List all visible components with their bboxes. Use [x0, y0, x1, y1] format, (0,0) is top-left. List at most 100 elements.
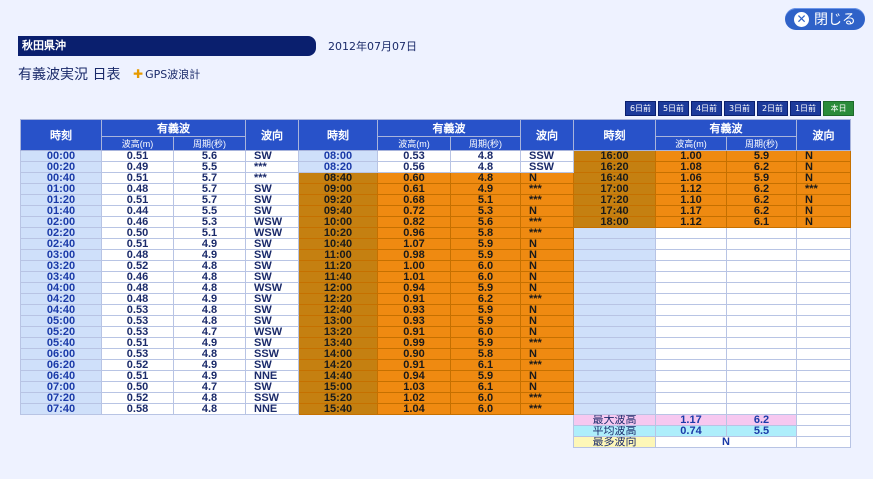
wave-direction-cell: *** — [245, 172, 299, 184]
wave-direction-cell: *** — [520, 216, 574, 228]
empty-cell — [655, 238, 727, 250]
time-cell: 08:00 — [298, 150, 378, 162]
wave-height-cell: 1.06 — [655, 172, 727, 184]
wave-direction-cell: SSW — [245, 348, 299, 360]
nav-2-days-ago[interactable]: 2日前 — [757, 101, 788, 116]
time-cell: 14:00 — [298, 348, 378, 360]
wave-height-cell: 0.91 — [377, 326, 451, 338]
wave-period-cell: 6.1 — [450, 359, 521, 371]
pin-icon: ✚ — [133, 67, 144, 81]
empty-cell — [726, 282, 797, 294]
time-cell: 15:00 — [298, 381, 378, 393]
spacer-cell — [378, 437, 451, 448]
wave-direction-cell: N — [520, 381, 574, 393]
table-row: 01:00 0.48 5.7 SW 09:00 0.61 4.9 *** 17:00 1.12 6.… — [20, 183, 851, 195]
time-cell: 02:40 — [20, 238, 102, 250]
nav-4-days-ago[interactable]: 4日前 — [691, 101, 722, 116]
empty-cell — [796, 271, 851, 283]
empty-cell — [726, 227, 797, 239]
wave-period-cell: 4.9 — [173, 370, 246, 382]
time-cell: 17:20 — [573, 194, 656, 206]
nav-5-days-ago[interactable]: 5日前 — [658, 101, 689, 116]
empty-cell — [573, 315, 656, 327]
table-row: 01:40 0.44 5.5 SW 09:40 0.72 5.3 N 17:40 1.17 6.2 N — [20, 205, 851, 217]
wave-height-cell: 0.94 — [377, 282, 451, 294]
nav-1-day-ago[interactable]: 1日前 — [790, 101, 821, 116]
col1-period-header: 周期(秒) — [173, 136, 246, 151]
stat-height: 1.17 — [655, 414, 727, 426]
time-cell: 03:40 — [20, 271, 102, 283]
empty-cell — [726, 315, 797, 327]
time-cell: 01:00 — [20, 183, 102, 195]
wave-direction-cell: N — [796, 205, 851, 217]
wave-period-cell: 5.9 — [450, 238, 521, 250]
wave-height-cell: 0.50 — [101, 381, 174, 393]
empty-cell — [573, 403, 656, 415]
table-row: 00:20 0.49 5.5 *** 08:20 0.56 4.8 SSW 16:20 1.08 6… — [20, 161, 851, 173]
time-cell: 13:00 — [298, 315, 378, 327]
wave-height-cell: 0.91 — [377, 293, 451, 305]
wave-height-cell: 0.93 — [377, 304, 451, 316]
wave-period-cell: 4.8 — [173, 315, 246, 327]
wave-height-cell: 1.08 — [655, 161, 727, 173]
wave-direction-cell: *** — [796, 183, 851, 195]
empty-cell — [796, 260, 851, 272]
spacer-cell — [246, 426, 299, 437]
close-button[interactable]: ✕ 閉じる — [785, 8, 865, 30]
col1-sig-wave-header: 有義波 — [101, 119, 246, 137]
wave-direction-cell: SW — [245, 304, 299, 316]
wave-period-cell: 4.8 — [173, 348, 246, 360]
wave-height-cell: 0.46 — [101, 271, 174, 283]
time-cell: 16:00 — [573, 150, 656, 162]
empty-cell — [796, 304, 851, 316]
wave-direction-cell: N — [520, 304, 574, 316]
col2-period-header: 周期(秒) — [450, 136, 521, 151]
wave-height-cell: 0.94 — [377, 370, 451, 382]
close-button-label: 閉じる — [814, 12, 856, 28]
nav-6-days-ago[interactable]: 6日前 — [625, 101, 656, 116]
spacer-cell — [299, 437, 378, 448]
table-row: 04:20 0.48 4.9 SW 12:20 0.91 6.2 *** — [20, 293, 851, 305]
wave-height-cell: 0.48 — [101, 183, 174, 195]
empty-cell — [726, 238, 797, 250]
wave-height-cell: 1.17 — [655, 205, 727, 217]
wave-direction-cell: *** — [520, 293, 574, 305]
spacer-cell — [299, 426, 378, 437]
empty-cell — [573, 227, 656, 239]
time-cell: 05:20 — [20, 326, 102, 338]
wave-height-cell: 0.52 — [101, 260, 174, 272]
time-cell: 06:40 — [20, 370, 102, 382]
wave-period-cell: 6.2 — [726, 183, 797, 195]
wave-period-cell: 5.6 — [173, 150, 246, 162]
day-navigation: 6日前 5日前 4日前 3日前 2日前 1日前 本日 — [625, 101, 854, 116]
wave-direction-cell: NNE — [245, 403, 299, 415]
wave-period-cell: 6.2 — [450, 293, 521, 305]
wave-direction-cell: *** — [520, 337, 574, 349]
time-cell: 11:20 — [298, 260, 378, 272]
empty-cell — [796, 326, 851, 338]
nav-today[interactable]: 本日 — [823, 101, 854, 116]
col3-direction-header: 波向 — [796, 119, 851, 151]
wave-period-cell: 4.8 — [450, 172, 521, 184]
empty-cell — [573, 282, 656, 294]
wave-height-cell: 0.51 — [101, 337, 174, 349]
spacer-cell — [451, 437, 521, 448]
empty-cell — [655, 359, 727, 371]
wave-period-cell: 6.0 — [450, 326, 521, 338]
wave-height-cell: 0.82 — [377, 216, 451, 228]
table-row: 05:00 0.53 4.8 SW 13:00 0.93 5.9 N — [20, 315, 851, 327]
table-row: 00:40 0.51 5.7 *** 08:40 0.60 4.8 N 16:40 1.06 5.9… — [20, 172, 851, 184]
time-cell: 01:40 — [20, 205, 102, 217]
wave-period-cell: 4.9 — [173, 249, 246, 261]
wave-direction-cell: N — [520, 326, 574, 338]
wave-direction-cell: N — [520, 282, 574, 294]
spacer-cell — [21, 437, 102, 448]
time-cell: 05:40 — [20, 337, 102, 349]
time-cell: 12:00 — [298, 282, 378, 294]
wave-direction-cell: *** — [520, 392, 574, 404]
table-row: 04:00 0.48 4.8 WSW 12:00 0.94 5.9 N — [20, 282, 851, 294]
wave-height-cell: 0.99 — [377, 337, 451, 349]
wave-height-cell: 0.60 — [377, 172, 451, 184]
col1-height-header: 波高(m) — [101, 136, 174, 151]
nav-3-days-ago[interactable]: 3日前 — [724, 101, 755, 116]
